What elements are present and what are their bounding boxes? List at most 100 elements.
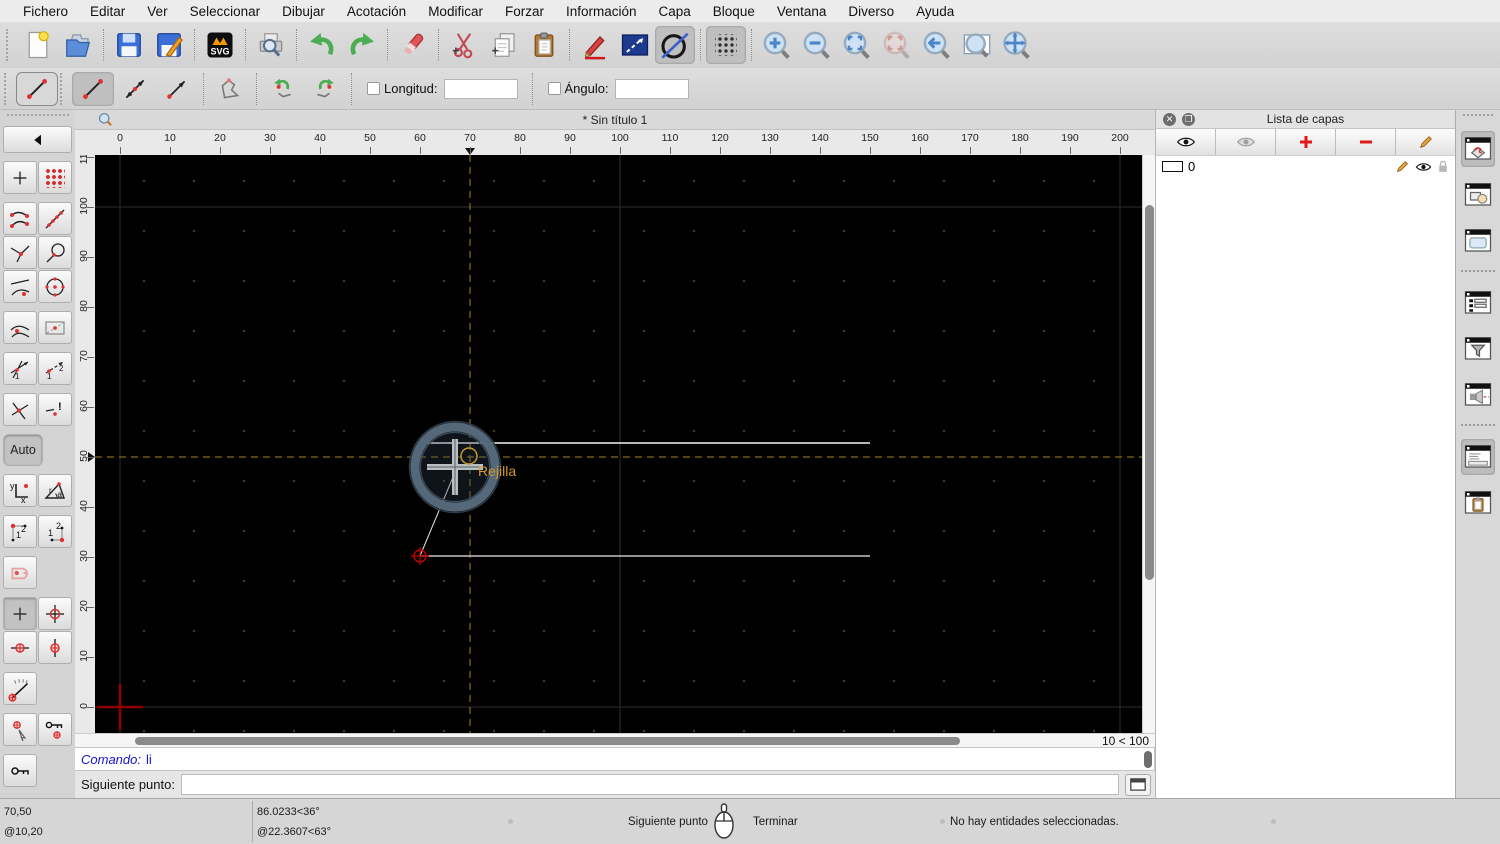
- snap-tangent-button[interactable]: [38, 236, 72, 269]
- dock-entity-filter-button[interactable]: [1461, 331, 1495, 367]
- lock-button[interactable]: [3, 754, 37, 787]
- hide-all-layers-button[interactable]: [1216, 129, 1276, 155]
- sidebar-handle[interactable]: [7, 114, 69, 122]
- snap-grid-button[interactable]: [38, 161, 72, 194]
- menu-Acotación[interactable]: Acotación: [336, 4, 417, 19]
- zoom-previous-button[interactable]: [877, 26, 917, 64]
- intersection-manual-2-button[interactable]: 21: [38, 352, 72, 385]
- angulo-input[interactable]: [614, 78, 689, 99]
- entity-attributes-button[interactable]: [615, 26, 655, 64]
- longitud-checkbox[interactable]: [367, 82, 380, 95]
- command-scroll-thumb[interactable]: [1144, 751, 1152, 768]
- snap-free-button[interactable]: [3, 161, 37, 194]
- edit-layer-button[interactable]: [1396, 129, 1455, 155]
- restrict-nothing-button[interactable]: [3, 597, 37, 630]
- menu-Ver[interactable]: Ver: [136, 4, 178, 19]
- menu-Editar[interactable]: Editar: [79, 4, 136, 19]
- show-all-layers-button[interactable]: [1156, 129, 1216, 155]
- back-button[interactable]: [3, 126, 72, 153]
- print-preview-button[interactable]: [251, 26, 291, 64]
- snap-middle-manual-button[interactable]: [3, 713, 37, 746]
- menu-Dibujar[interactable]: Dibujar: [271, 4, 336, 19]
- drawing-canvas[interactable]: Rejilla: [95, 155, 1142, 733]
- menu-Bloque[interactable]: Bloque: [702, 4, 766, 19]
- line-segments-button[interactable]: [72, 71, 114, 106]
- snap-middle-button[interactable]: [3, 311, 37, 344]
- menu-Seleccionar[interactable]: Seleccionar: [179, 4, 272, 19]
- delete-entities-button[interactable]: [393, 26, 433, 64]
- menu-Información[interactable]: Información: [555, 4, 648, 19]
- dock-entity-list-button[interactable]: [1461, 285, 1495, 321]
- document-zoom-icon[interactable]: [98, 112, 113, 127]
- menu-Capa[interactable]: Capa: [648, 4, 702, 19]
- vertical-scroll-thumb[interactable]: [1145, 205, 1154, 580]
- paste-button[interactable]: [524, 26, 564, 64]
- strip-handle[interactable]: [1463, 114, 1493, 120]
- add-layer-button[interactable]: [1276, 129, 1336, 155]
- lock-relative-zero-button[interactable]: [38, 713, 72, 746]
- keyboard-toggle-button[interactable]: [1125, 773, 1151, 796]
- snap-entity-box-button[interactable]: [38, 311, 72, 344]
- open-file-button[interactable]: [58, 26, 98, 64]
- dock-block-list-button[interactable]: [1461, 177, 1495, 213]
- auto-snap-button[interactable]: Auto: [3, 434, 43, 466]
- toolbar-handle-2[interactable]: [4, 72, 12, 105]
- line-tool-button[interactable]: [16, 71, 58, 106]
- snap-intersection-button[interactable]: [3, 236, 37, 269]
- relative-corner-2-button[interactable]: 12: [38, 515, 72, 548]
- menu-Fichero[interactable]: Fichero: [12, 4, 79, 19]
- zoom-window-button[interactable]: [957, 26, 997, 64]
- snap-distance-button[interactable]: [3, 270, 37, 303]
- line-both-arrows-button[interactable]: [114, 72, 156, 106]
- zoom-pan-button[interactable]: [997, 26, 1037, 64]
- redo-button[interactable]: [342, 26, 382, 64]
- cut-button[interactable]: [444, 26, 484, 64]
- layer-edit-icon[interactable]: [1395, 159, 1410, 174]
- restrict-orthogonal-button[interactable]: [38, 597, 72, 630]
- dock-exploded-view-button[interactable]: [1461, 377, 1495, 413]
- snap-selected-button[interactable]: [3, 556, 37, 589]
- dock-command-widget-button[interactable]: [1461, 439, 1495, 475]
- menu-Modificar[interactable]: Modificar: [417, 4, 494, 19]
- dock-clipboard-widget-button[interactable]: [1461, 485, 1495, 521]
- vertical-scrollbar[interactable]: [1142, 155, 1155, 733]
- draft-mode-button[interactable]: [655, 26, 695, 64]
- menu-Ventana[interactable]: Ventana: [766, 4, 838, 19]
- snap-on-entity-button[interactable]: [38, 202, 72, 235]
- menu-Forzar[interactable]: Forzar: [494, 4, 555, 19]
- horizontal-scroll-thumb[interactable]: [135, 737, 960, 745]
- redo-segment-button[interactable]: [304, 72, 346, 106]
- export-svg-button[interactable]: SVG: [200, 26, 240, 64]
- menu-Ayuda[interactable]: Ayuda: [905, 4, 965, 19]
- angulo-checkbox[interactable]: [547, 82, 561, 95]
- layer-visible-icon[interactable]: [1415, 161, 1432, 173]
- toolbar-handle-3[interactable]: [60, 72, 68, 105]
- command-input[interactable]: [180, 774, 1119, 795]
- zoom-auto-button[interactable]: [837, 26, 877, 64]
- dock-library-browser-button[interactable]: [1461, 223, 1495, 259]
- pen-edit-button[interactable]: [575, 26, 615, 64]
- layer-lock-icon[interactable]: [1437, 160, 1449, 174]
- undo-button[interactable]: [302, 26, 342, 64]
- snap-center-button[interactable]: [38, 270, 72, 303]
- close-panel-icon[interactable]: ✕: [1163, 113, 1176, 126]
- zoom-in-button[interactable]: [757, 26, 797, 64]
- intersection-point-button[interactable]: [3, 393, 37, 426]
- relative-corner-1-button[interactable]: 12: [3, 515, 37, 548]
- set-angle-button[interactable]: [3, 672, 37, 705]
- polar-coords-button[interactable]: ra: [38, 474, 72, 507]
- zoom-out-button[interactable]: [797, 26, 837, 64]
- new-document-button[interactable]: [18, 26, 58, 64]
- polyline-close-button[interactable]: [209, 72, 251, 106]
- line-one-arrow-button[interactable]: [156, 72, 198, 106]
- remove-layer-button[interactable]: [1336, 129, 1396, 155]
- dock-layer-list-button[interactable]: [1461, 131, 1495, 167]
- snap-endpoints-button[interactable]: [3, 202, 37, 235]
- intersection-manual-1-button[interactable]: 1: [3, 352, 37, 385]
- zoom-back-button[interactable]: [917, 26, 957, 64]
- toolbar-handle[interactable]: [6, 29, 14, 61]
- layer-row[interactable]: 0: [1156, 156, 1455, 177]
- command-history[interactable]: Comando: li: [75, 747, 1155, 771]
- copy-button[interactable]: [484, 26, 524, 64]
- horizontal-scrollbar[interactable]: 10 < 100: [75, 733, 1155, 748]
